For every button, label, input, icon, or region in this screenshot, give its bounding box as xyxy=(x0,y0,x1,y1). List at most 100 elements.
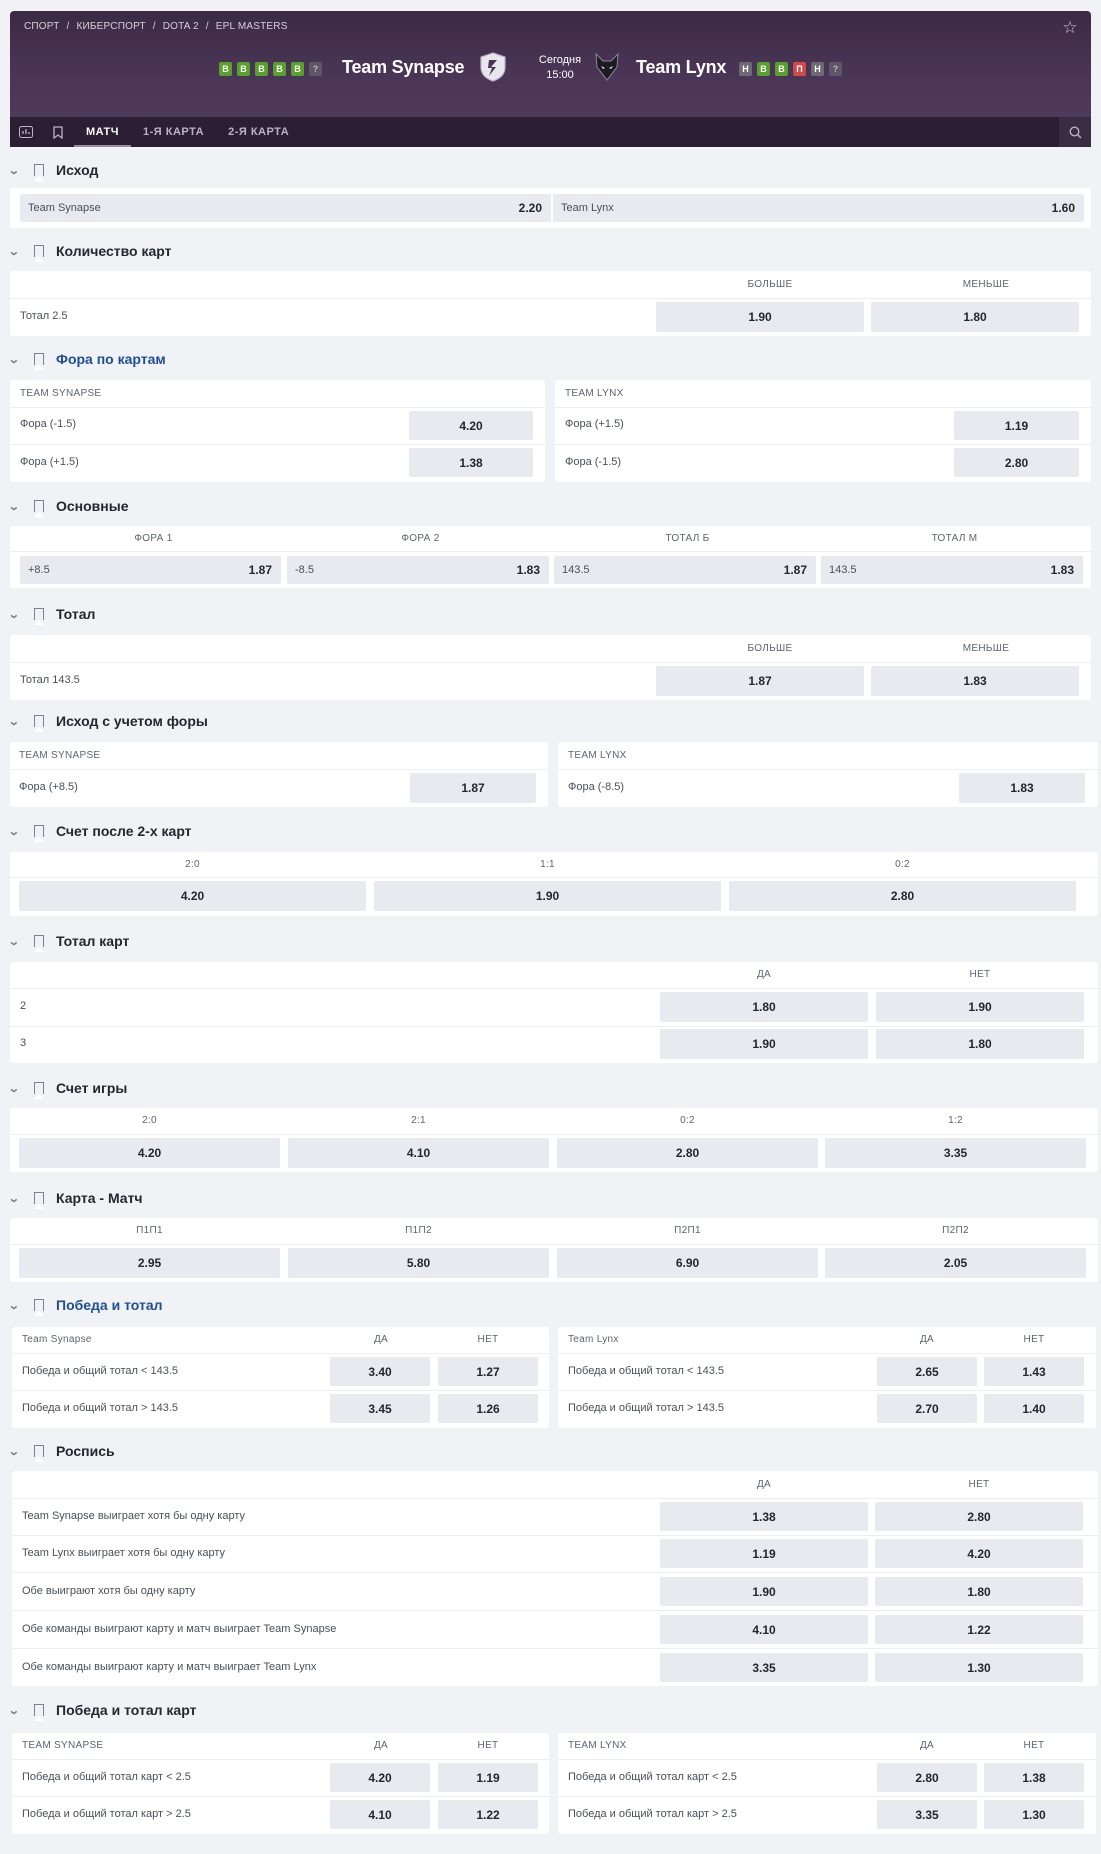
section-maps-count-header[interactable]: ⌄ Количество карт xyxy=(8,241,172,262)
section-game-score-header[interactable]: ⌄ Счет игры xyxy=(8,1078,127,1099)
bookmark-icon[interactable] xyxy=(33,500,44,517)
odd-button[interactable]: +8.5 1.87 xyxy=(20,556,281,584)
odd-button[interactable]: 4.10 xyxy=(288,1138,549,1168)
odd-button[interactable]: 3.45 xyxy=(330,1394,430,1423)
odd-button[interactable]: 4.20 xyxy=(875,1539,1083,1568)
odd-button[interactable]: 5.80 xyxy=(288,1248,549,1278)
odd-button[interactable]: 3.40 xyxy=(330,1357,430,1386)
bookmark-icon[interactable] xyxy=(33,1445,44,1462)
odd-button[interactable]: 1.22 xyxy=(875,1615,1083,1644)
bookmark-icon[interactable] xyxy=(33,935,44,952)
odd-button[interactable]: 4.10 xyxy=(330,1800,430,1829)
bookmark-icon[interactable] xyxy=(33,1192,44,1209)
odd-button[interactable]: 1.30 xyxy=(984,1800,1084,1829)
bookmark-icon[interactable] xyxy=(42,117,74,147)
tab-map2[interactable]: 2-Я КАРТА xyxy=(216,117,301,147)
section-main-header[interactable]: ⌄ Основные xyxy=(8,496,129,517)
odd-button[interactable]: 2.80 xyxy=(557,1138,818,1168)
odd-button[interactable]: 143.5 1.87 xyxy=(554,556,816,584)
odd-button[interactable]: 2.80 xyxy=(729,881,1076,911)
odd-button[interactable]: 1.83 xyxy=(959,773,1085,803)
odd-button[interactable]: 1.83 xyxy=(871,666,1079,696)
odd-button[interactable]: 1.26 xyxy=(438,1394,538,1423)
column-header: 2:0 xyxy=(142,1115,157,1126)
bookmark-icon[interactable] xyxy=(33,1704,44,1721)
search-icon[interactable] xyxy=(1059,117,1091,147)
breadcrumb-league[interactable]: EPL MASTERS xyxy=(216,21,288,32)
stats-icon[interactable] xyxy=(10,117,42,147)
section-handicap-outcome-header[interactable]: ⌄ Исход с учетом форы xyxy=(7,711,208,732)
odd-button[interactable]: 1.87 xyxy=(410,773,536,803)
odd-button[interactable]: Team Synapse 2.20 xyxy=(20,194,551,222)
odd-button[interactable]: 4.20 xyxy=(330,1763,430,1792)
bookmark-icon[interactable] xyxy=(33,608,44,625)
favorite-star-icon[interactable]: ☆ xyxy=(1061,19,1079,37)
odd-button[interactable]: 2.70 xyxy=(877,1394,977,1423)
breadcrumb-sport[interactable]: СПОРТ xyxy=(24,21,60,32)
section-win-total-header[interactable]: ⌄ Победа и тотал xyxy=(8,1295,163,1316)
bookmark-icon[interactable] xyxy=(33,1082,44,1099)
chevron-down-icon: ⌄ xyxy=(7,715,20,728)
team2-name[interactable]: Team Lynx xyxy=(636,57,726,78)
odd-button[interactable]: 1.38 xyxy=(409,448,533,477)
bookmark-icon[interactable] xyxy=(33,825,44,842)
section-win-total-maps-header[interactable]: ⌄ Победа и тотал карт xyxy=(8,1700,196,1721)
section-map-handicap-header[interactable]: ⌄ Фора по картам xyxy=(8,349,166,370)
divider xyxy=(558,1759,1096,1760)
odd-button[interactable]: 2.05 xyxy=(825,1248,1086,1278)
odd-button[interactable]: 1.19 xyxy=(660,1539,868,1568)
odd-button[interactable]: 1.30 xyxy=(875,1653,1083,1682)
odd-button[interactable]: 4.20 xyxy=(409,411,533,440)
bookmark-icon[interactable] xyxy=(33,164,44,181)
tab-match[interactable]: МАТЧ xyxy=(74,117,132,147)
bookmark-icon[interactable] xyxy=(33,715,44,732)
section-score-after2-header[interactable]: ⌄ Счет после 2-х карт xyxy=(8,821,192,842)
odd-button[interactable]: 2.80 xyxy=(877,1763,977,1792)
odd-button[interactable]: -8.5 1.83 xyxy=(287,556,549,584)
odd-button[interactable]: 4.20 xyxy=(19,881,366,911)
odd-button[interactable]: 1.87 xyxy=(656,666,864,696)
odd-button[interactable]: 3.35 xyxy=(660,1653,868,1682)
section-outcome-header[interactable]: ⌄ Исход xyxy=(8,160,98,181)
odd-button[interactable]: 2.65 xyxy=(877,1357,977,1386)
bookmark-icon[interactable] xyxy=(33,245,44,262)
odd-button[interactable]: 1.80 xyxy=(876,1029,1084,1059)
team1-name[interactable]: Team Synapse xyxy=(342,57,465,78)
odd-button[interactable]: 4.20 xyxy=(19,1138,280,1168)
odd-button[interactable]: 1.38 xyxy=(984,1763,1084,1792)
odd-button[interactable]: 1.43 xyxy=(984,1357,1084,1386)
odd-button[interactable]: 1.38 xyxy=(660,1502,868,1531)
odd-button[interactable]: 6.90 xyxy=(557,1248,818,1278)
bookmark-icon[interactable] xyxy=(33,353,44,370)
odd-button[interactable]: 1.19 xyxy=(954,411,1079,440)
odd-button[interactable]: 1.80 xyxy=(660,992,868,1022)
odd-button[interactable]: 1.90 xyxy=(660,1577,868,1606)
odd-button[interactable]: 3.35 xyxy=(877,1800,977,1829)
section-total-header[interactable]: ⌄ Тотал xyxy=(8,604,95,625)
odd-value: 4.10 xyxy=(368,1807,392,1822)
odd-button[interactable]: 1.22 xyxy=(438,1800,538,1829)
odd-button[interactable]: 1.90 xyxy=(374,881,721,911)
tab-map1[interactable]: 1-Я КАРТА xyxy=(131,117,216,147)
odd-button[interactable]: 1.19 xyxy=(438,1763,538,1792)
section-schedule-header[interactable]: ⌄ Роспись xyxy=(8,1441,115,1462)
odd-button[interactable]: 2.95 xyxy=(19,1248,280,1278)
breadcrumb-esport[interactable]: КИБЕРСПОРТ xyxy=(76,21,145,32)
bookmark-icon[interactable] xyxy=(33,1299,44,1316)
odd-button[interactable]: Team Lynx 1.60 xyxy=(553,194,1084,222)
odd-button[interactable]: 143.5 1.83 xyxy=(821,556,1083,584)
odd-button[interactable]: 3.35 xyxy=(825,1138,1086,1168)
odd-button[interactable]: 1.27 xyxy=(438,1357,538,1386)
odd-button[interactable]: 2.80 xyxy=(954,448,1079,477)
odd-button[interactable]: 1.40 xyxy=(984,1394,1084,1423)
odd-button[interactable]: 1.80 xyxy=(871,302,1079,332)
section-total-maps-header[interactable]: ⌄ Тотал карт xyxy=(8,931,129,952)
odd-button[interactable]: 1.90 xyxy=(656,302,864,332)
odd-button[interactable]: 1.80 xyxy=(875,1577,1083,1606)
odd-button[interactable]: 1.90 xyxy=(660,1029,868,1059)
section-map-match-header[interactable]: ⌄ Карта - Матч xyxy=(8,1188,143,1209)
odd-button[interactable]: 4.10 xyxy=(660,1615,868,1644)
odd-button[interactable]: 2.80 xyxy=(875,1502,1083,1531)
odd-button[interactable]: 1.90 xyxy=(876,992,1084,1022)
breadcrumb-dota2[interactable]: DOTA 2 xyxy=(163,21,199,32)
